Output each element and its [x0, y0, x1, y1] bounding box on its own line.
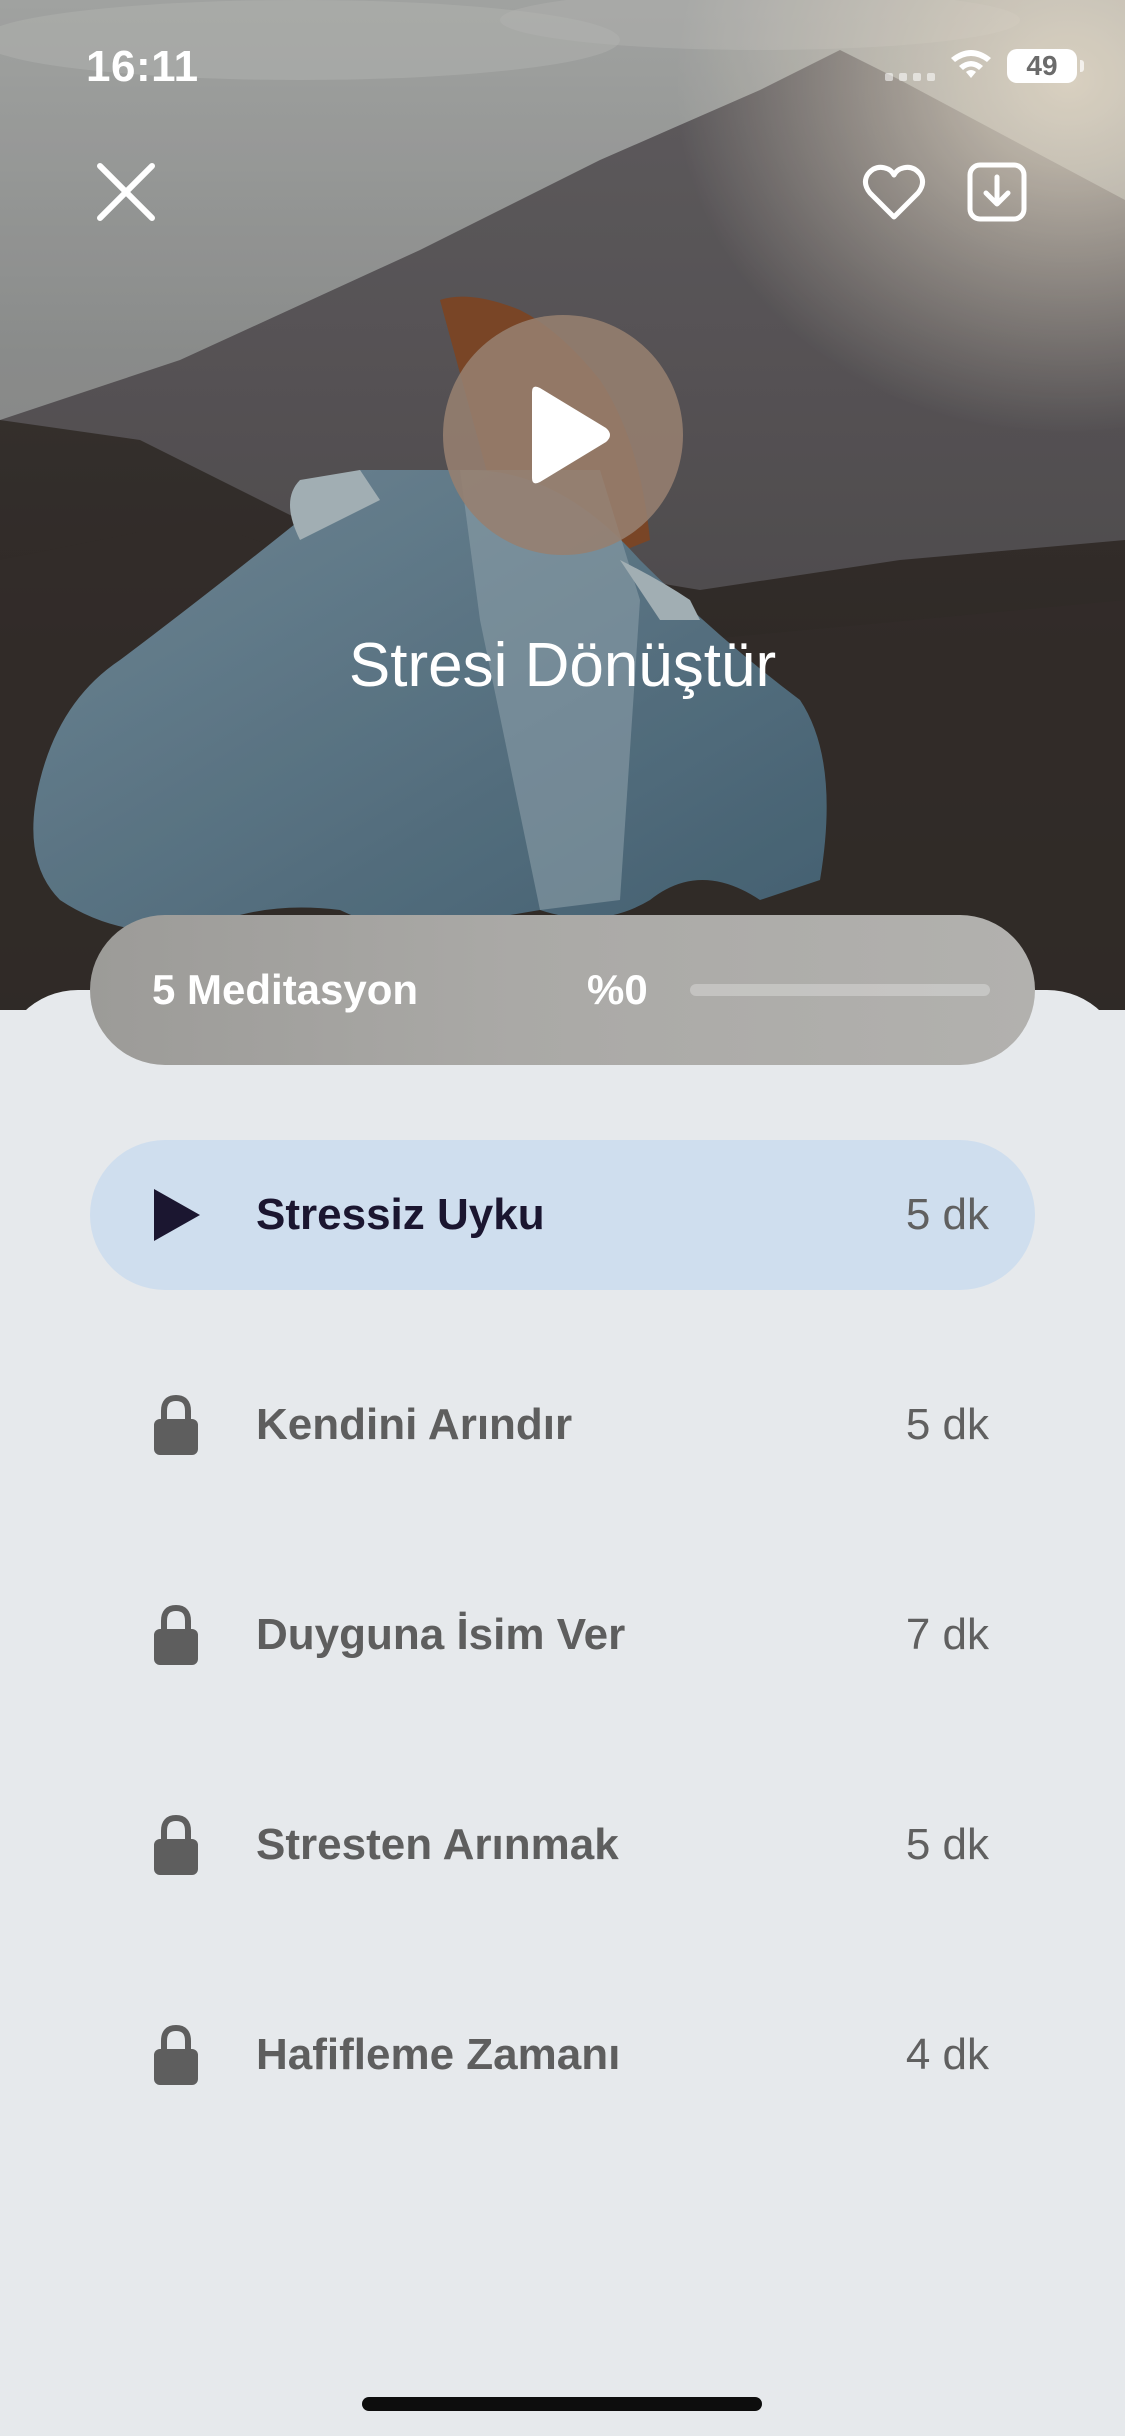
- progress-percent: %0: [587, 966, 648, 1013]
- lock-icon: [148, 1605, 204, 1665]
- track-row[interactable]: Stresten Arınmak 5 dk: [90, 1770, 1035, 1920]
- track-duration: 5 dk: [905, 1190, 989, 1239]
- main-play-button[interactable]: [443, 315, 683, 555]
- heart-icon: [862, 164, 926, 220]
- close-button[interactable]: [84, 150, 168, 234]
- wifi-icon: [951, 50, 991, 78]
- progress-summary: 5 Meditasyon %0: [90, 915, 1035, 1065]
- track-name: Stressiz Uyku: [256, 1190, 545, 1239]
- play-icon: [148, 1187, 204, 1243]
- battery-level: 49: [1026, 50, 1058, 81]
- track-duration: 4 dk: [905, 2030, 989, 2079]
- home-indicator[interactable]: [362, 2397, 762, 2411]
- status-icons: 49: [885, 46, 1084, 86]
- favorite-button[interactable]: [852, 150, 936, 234]
- signal-icon: [885, 51, 935, 81]
- track-name: Stresten Arınmak: [256, 1820, 619, 1869]
- track-name: Duyguna İsim Ver: [256, 1610, 626, 1659]
- close-icon: [97, 163, 155, 221]
- progress-bar: [690, 984, 990, 996]
- lock-icon: [148, 2025, 204, 2085]
- download-button[interactable]: [955, 150, 1039, 234]
- track-name: Hafifleme Zamanı: [256, 2030, 621, 2079]
- lock-icon: [148, 1395, 204, 1455]
- track-row[interactable]: Kendini Arındır 5 dk: [90, 1350, 1035, 1500]
- meditation-title: Stresi Dönüştür: [348, 631, 777, 700]
- track-name: Kendini Arındır: [256, 1400, 573, 1449]
- track-row[interactable]: Stressiz Uyku 5 dk: [90, 1140, 1035, 1290]
- status-time: 16:11: [86, 42, 199, 91]
- track-row[interactable]: Duyguna İsim Ver 7 dk: [90, 1560, 1035, 1710]
- download-icon: [967, 162, 1027, 222]
- play-icon: [532, 386, 610, 484]
- battery-icon: 49: [1007, 49, 1084, 83]
- track-row[interactable]: Hafifleme Zamanı 4 dk: [90, 1980, 1035, 2130]
- track-duration: 5 dk: [905, 1400, 989, 1449]
- lock-icon: [148, 1815, 204, 1875]
- track-duration: 5 dk: [905, 1820, 989, 1869]
- track-duration: 7 dk: [905, 1610, 989, 1659]
- meditation-count: 5 Meditasyon: [152, 966, 419, 1013]
